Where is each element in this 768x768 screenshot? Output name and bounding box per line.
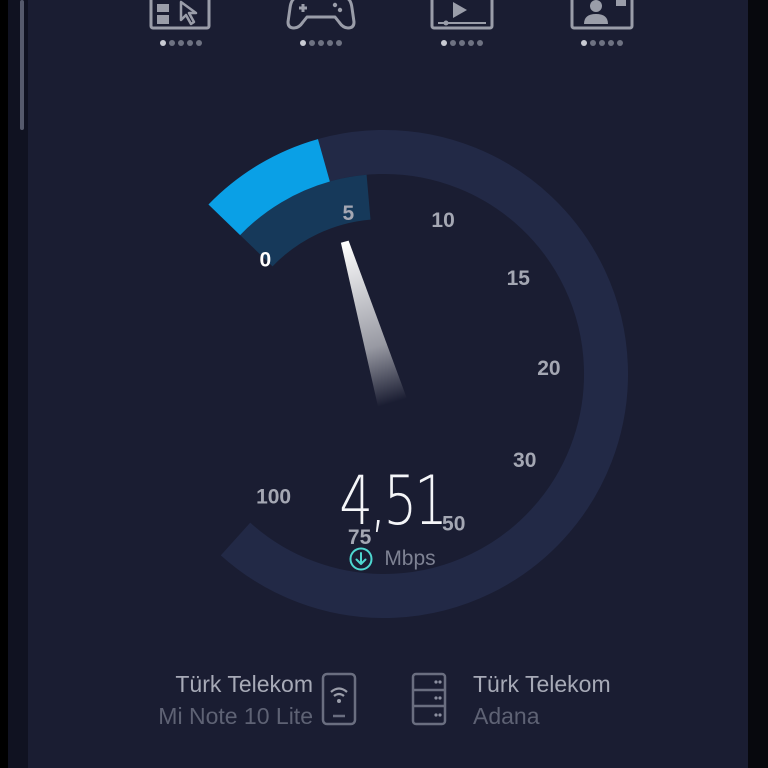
gauge-tick-label: 10 (431, 209, 454, 232)
speed-gauge: 0 5 10 15 20 30 50 75 100 (208, 130, 628, 618)
gauge-tick-label: 75 (348, 526, 372, 549)
gauge-needle (340, 240, 407, 407)
gauge-ticks: 0 5 10 15 20 30 50 75 100 (256, 202, 561, 549)
speedtest-app: 4,51 Mbps Türk Telekom Mi Note 10 Lite T… (0, 0, 768, 768)
gauge-tick-label: 30 (513, 449, 536, 472)
gauge-tick-label: 0 (259, 248, 271, 271)
gauge-tick-label: 15 (507, 267, 531, 290)
gauge-tick-label: 50 (442, 513, 465, 536)
gauge-tick-label: 5 (342, 202, 354, 225)
gauge-tick-label: 100 (256, 486, 291, 509)
gauge-tick-label: 20 (537, 357, 560, 380)
